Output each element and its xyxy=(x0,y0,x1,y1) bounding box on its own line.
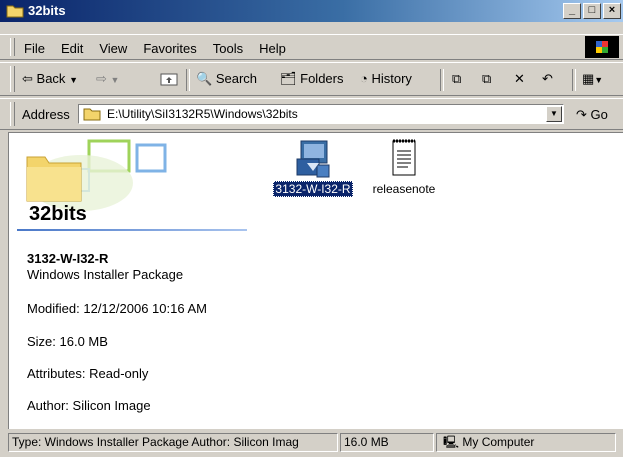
forward-button[interactable]: ⇨ ▼ xyxy=(96,71,119,87)
toolbar-grip[interactable] xyxy=(10,66,15,92)
dropdown-arrow-icon: ▼ xyxy=(594,75,604,85)
go-button[interactable]: ↷ Go xyxy=(576,107,608,123)
back-button[interactable]: ⇦ Back ▼ xyxy=(22,71,78,87)
views-icon: ▦ xyxy=(582,71,595,86)
explorer-window: 32bits _ □ × File Edit View Favorites To… xyxy=(0,0,623,457)
folder-icon xyxy=(6,5,24,18)
menu-view[interactable]: View xyxy=(99,41,127,56)
menu-help[interactable]: Help xyxy=(259,41,286,56)
copy-to-icon: ⧉ xyxy=(482,71,492,86)
move-to-icon: ⧉ xyxy=(452,71,462,86)
delete-button[interactable]: ✕ xyxy=(514,71,525,87)
status-bar: Type: Windows Installer Package Author: … xyxy=(0,431,623,455)
search-label: Search xyxy=(215,71,258,86)
folders-button[interactable]: 🗂 Folders xyxy=(280,71,344,87)
window-title: 32bits xyxy=(28,3,66,18)
maximize-button[interactable]: □ xyxy=(583,3,601,19)
folders-icon: 🗂 xyxy=(280,71,297,86)
address-dropdown-button[interactable]: ▼ xyxy=(546,106,562,122)
go-label: Go xyxy=(590,107,608,122)
selected-file-name: 3132-W-I32-R xyxy=(27,251,109,266)
installer-package-icon xyxy=(296,140,330,178)
status-zone: 🖳 My Computer xyxy=(436,433,616,452)
standard-toolbar: ⇦ Back ▼ ⇨ ▼ 🔍 Search 🗂 Folders ◔ Histor… xyxy=(0,62,623,96)
address-bar: Address E:\Utility\SiI3132R5\Windows\32b… xyxy=(0,98,623,130)
go-arrow-icon: ↷ xyxy=(576,107,587,122)
selected-file-size: Size: 16.0 MB xyxy=(27,334,108,349)
menu-tools[interactable]: Tools xyxy=(213,41,243,56)
delete-icon: ✕ xyxy=(514,71,525,86)
menu-edit[interactable]: Edit xyxy=(61,41,83,56)
back-label: Back xyxy=(36,71,66,86)
copy-to-button[interactable]: ⧉ xyxy=(482,71,491,87)
folder-view[interactable]: 32bits 3132-W-I32-R Windows Installer Pa… xyxy=(8,132,623,429)
status-info: Type: Windows Installer Package Author: … xyxy=(8,433,338,452)
file-name: releasenote xyxy=(372,182,436,196)
address-label: Address xyxy=(22,107,70,122)
dropdown-arrow-icon: ▼ xyxy=(110,75,120,85)
folders-label: Folders xyxy=(300,71,344,86)
panel-divider xyxy=(17,229,247,231)
menu-bar-grip[interactable] xyxy=(10,38,15,56)
file-item[interactable]: releasenote xyxy=(363,137,445,197)
text-document-icon xyxy=(392,139,416,176)
selected-file-modified: Modified: 12/12/2006 10:16 AM xyxy=(27,301,207,316)
close-button[interactable]: × xyxy=(603,3,621,19)
up-folder-button[interactable] xyxy=(160,71,178,89)
search-button[interactable]: 🔍 Search xyxy=(196,71,257,87)
search-icon: 🔍 xyxy=(196,71,213,86)
history-label: History xyxy=(371,71,412,86)
back-arrow-icon: ⇦ xyxy=(22,71,33,86)
status-zone-label: My Computer xyxy=(462,435,535,449)
address-value: E:\Utility\SiI3132R5\Windows\32bits xyxy=(107,107,298,121)
title-bar[interactable]: 32bits _ □ × xyxy=(0,0,623,22)
folder-icon xyxy=(83,108,101,121)
menu-bar: File Edit View Favorites Tools Help xyxy=(0,34,623,60)
address-bar-grip[interactable] xyxy=(10,102,15,126)
up-folder-icon xyxy=(160,73,178,86)
toolbar-separator xyxy=(186,69,190,91)
panel-folder-title: 32bits xyxy=(29,203,87,225)
history-icon: ◔ xyxy=(360,71,368,86)
my-computer-icon: 🖳 xyxy=(443,435,460,449)
views-button[interactable]: ▦▼ xyxy=(582,71,603,87)
history-button[interactable]: ◔ History xyxy=(360,71,412,86)
undo-icon: ↶ xyxy=(542,71,553,86)
forward-arrow-icon: ⇨ xyxy=(96,71,107,86)
file-item[interactable]: 3132-W-I32-R xyxy=(267,137,359,197)
selected-file-author: Author: Silicon Image xyxy=(27,398,151,413)
status-size: 16.0 MB xyxy=(340,433,434,452)
move-to-button[interactable]: ⧉ xyxy=(452,71,461,87)
minimize-button[interactable]: _ xyxy=(563,3,581,19)
selected-file-type: Windows Installer Package xyxy=(27,267,184,282)
toolbar-separator xyxy=(440,69,444,91)
dropdown-arrow-icon[interactable]: ▼ xyxy=(69,75,78,85)
menu-file[interactable]: File xyxy=(24,41,45,56)
toolbar-separator xyxy=(572,69,576,91)
selected-file-attributes: Attributes: Read-only xyxy=(27,366,149,381)
windows-logo-icon xyxy=(585,36,619,58)
undo-button[interactable]: ↶ xyxy=(542,71,553,87)
menu-favorites[interactable]: Favorites xyxy=(143,41,196,56)
file-name: 3132-W-I32-R xyxy=(273,181,353,197)
address-input[interactable]: E:\Utility\SiI3132R5\Windows\32bits ▼ xyxy=(78,104,564,124)
